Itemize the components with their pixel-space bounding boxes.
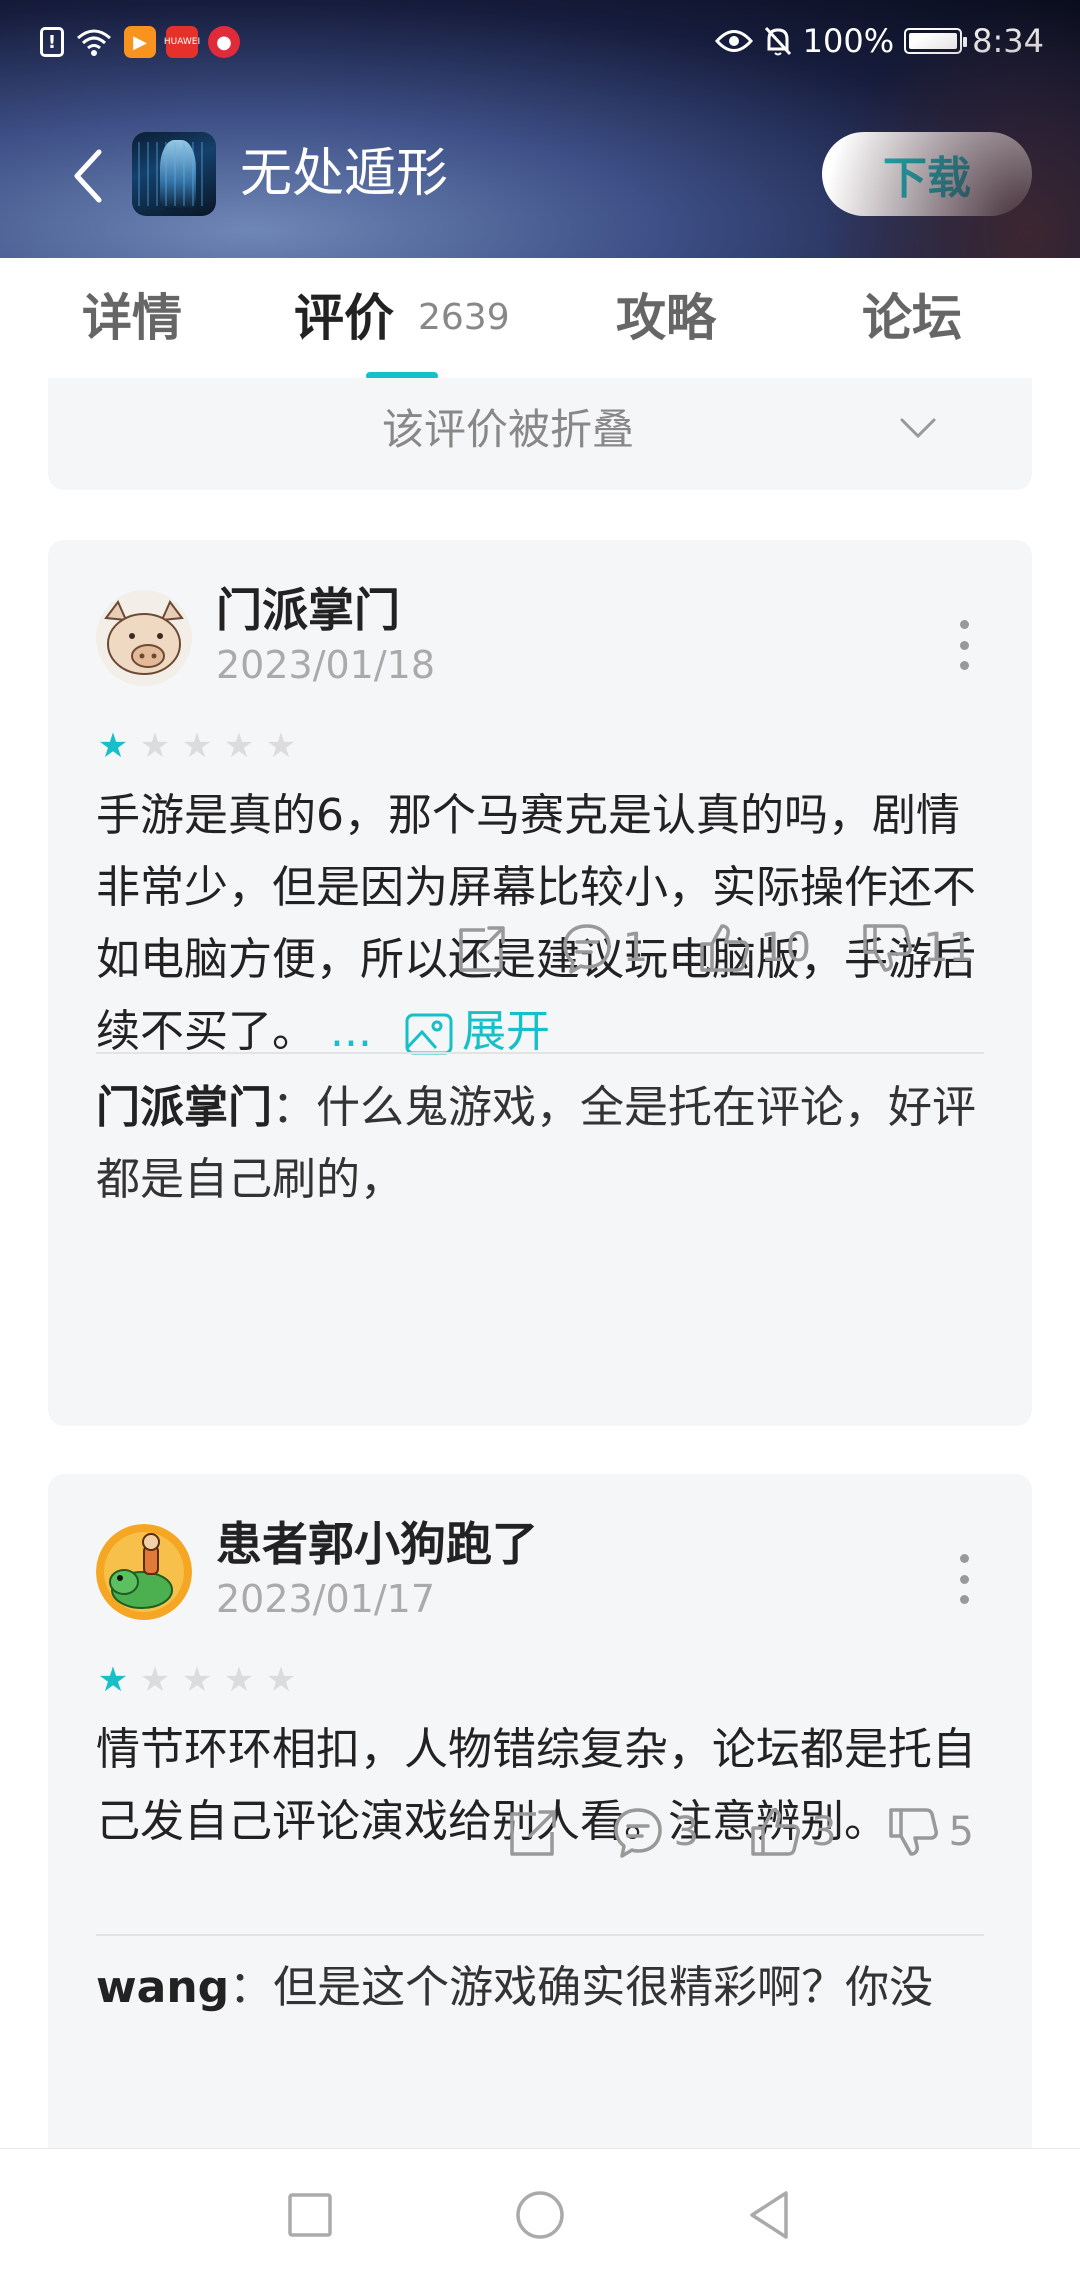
comment-count: 1 bbox=[622, 925, 649, 971]
star-rating: ★ ★ ★ ★ ★ bbox=[96, 728, 298, 764]
thumbs-down-icon bbox=[863, 924, 913, 972]
dinosaur-avatar-icon bbox=[96, 1524, 192, 1620]
dislike-count: 11 bbox=[923, 925, 974, 971]
wifi-icon bbox=[77, 29, 111, 56]
star-empty-icon: ★ bbox=[181, 1660, 213, 1700]
video-app-icon: ▶ bbox=[124, 26, 156, 58]
mute-bell-icon bbox=[764, 26, 791, 56]
back-arrow-icon bbox=[74, 149, 102, 203]
reply-author[interactable]: wang bbox=[96, 1962, 229, 2013]
tab-bar: 详情 评价 2639 攻略 论坛 bbox=[0, 258, 1080, 380]
comment-count: 3 bbox=[673, 1809, 700, 1855]
comment-icon bbox=[613, 1808, 662, 1858]
review-username[interactable]: 患者郭小狗跑了 bbox=[216, 1514, 538, 1574]
tab-forum[interactable]: 论坛 bbox=[862, 286, 962, 350]
tab-guides[interactable]: 攻略 bbox=[616, 286, 716, 350]
status-bar: ! ▶ HUAWEI ● 100% 8:34 bbox=[0, 0, 1080, 92]
title-bar: 无处遁形 下载 bbox=[0, 128, 1080, 220]
divider bbox=[96, 1052, 984, 1054]
back-button[interactable] bbox=[62, 146, 112, 206]
reply-text: 但是这个游戏确实很精彩啊？你没 bbox=[273, 1962, 934, 2013]
avatar[interactable] bbox=[96, 590, 192, 686]
dislike-button[interactable]: 5 bbox=[885, 1804, 974, 1860]
reviews-list[interactable]: 该评价被折叠 门派掌门 2023/01/18 ★ ★ ★ ★ ★ 手游是真的6，… bbox=[0, 378, 1080, 2148]
image-icon bbox=[405, 1013, 453, 1055]
pig-avatar-icon bbox=[96, 590, 192, 686]
tab-reviews[interactable]: 评价 bbox=[294, 286, 394, 350]
reply-item[interactable]: 门派掌门：什么鬼游戏，全是托在评论，好评都是自己刷的， bbox=[96, 1072, 996, 1216]
star-empty-icon: ★ bbox=[139, 726, 171, 766]
app-title: 无处遁形 bbox=[240, 144, 449, 204]
review-date: 2023/01/17 bbox=[216, 1577, 436, 1621]
huawei-app-icon: HUAWEI bbox=[163, 26, 201, 58]
like-button[interactable]: 3 bbox=[747, 1804, 837, 1860]
huawei-label: HUAWEI bbox=[163, 37, 201, 47]
app-header: ! ▶ HUAWEI ● 100% 8:34 无处遁形 下载 bbox=[0, 0, 1080, 258]
tab-details[interactable]: 详情 bbox=[82, 286, 182, 350]
battery-percent: 100% bbox=[802, 22, 895, 60]
divider bbox=[96, 1934, 984, 1936]
dislike-button[interactable]: 11 bbox=[859, 920, 974, 976]
like-count: 10 bbox=[760, 925, 812, 971]
review-card[interactable]: 患者郭小狗跑了 2023/01/17 ★ ★ ★ ★ ★ 情节环环相扣，人物错综… bbox=[48, 1474, 1032, 2148]
chevron-down-icon bbox=[900, 418, 936, 439]
ellipsis: ... bbox=[330, 1006, 372, 1057]
alert-icon: ! bbox=[40, 27, 64, 57]
thumbs-up-icon bbox=[751, 1808, 801, 1856]
recents-square-icon[interactable] bbox=[280, 2185, 340, 2245]
system-nav-bar bbox=[0, 2148, 1080, 2280]
back-triangle-icon[interactable] bbox=[740, 2185, 800, 2245]
star-empty-icon: ★ bbox=[223, 726, 255, 766]
thumbs-down-icon bbox=[888, 1808, 938, 1856]
expand-link[interactable]: ... 展开 bbox=[330, 1006, 550, 1057]
thumbs-up-icon bbox=[700, 924, 750, 972]
reply-separator: ： bbox=[229, 1962, 274, 2013]
review-actions: 1 10 11 bbox=[407, 920, 974, 976]
comment-button[interactable]: 1 bbox=[559, 920, 648, 976]
review-card[interactable]: 门派掌门 2023/01/18 ★ ★ ★ ★ ★ 手游是真的6，那个马赛克是认… bbox=[48, 540, 1032, 1426]
reply-author[interactable]: 门派掌门 bbox=[96, 1082, 272, 1133]
red-app-icon: ● bbox=[208, 26, 240, 58]
more-options-button[interactable] bbox=[956, 620, 972, 670]
like-button[interactable]: 10 bbox=[696, 920, 811, 976]
review-actions: 3 3 5 bbox=[458, 1804, 974, 1860]
download-button[interactable]: 下载 bbox=[822, 132, 1032, 216]
dislike-count: 5 bbox=[948, 1809, 974, 1855]
avatar[interactable] bbox=[96, 1524, 192, 1620]
status-right: 100% 8:34 bbox=[714, 22, 1044, 60]
star-empty-icon: ★ bbox=[181, 726, 213, 766]
battery-icon bbox=[904, 28, 968, 54]
review-date: 2023/01/18 bbox=[216, 643, 436, 687]
more-options-button[interactable] bbox=[956, 1554, 972, 1604]
share-button[interactable] bbox=[506, 1804, 562, 1860]
game-app-icon bbox=[132, 132, 216, 216]
eye-icon bbox=[714, 30, 753, 52]
star-empty-icon: ★ bbox=[139, 1660, 171, 1700]
star-rating: ★ ★ ★ ★ ★ bbox=[96, 1662, 298, 1698]
home-circle-icon[interactable] bbox=[510, 2185, 570, 2245]
star-filled-icon: ★ bbox=[97, 1660, 129, 1700]
comment-button[interactable]: 3 bbox=[610, 1804, 699, 1860]
reply-separator: ： bbox=[272, 1082, 316, 1133]
tab-reviews-count: 2639 bbox=[418, 297, 510, 338]
status-left-icons: ! ▶ HUAWEI ● bbox=[40, 26, 240, 58]
star-empty-icon: ★ bbox=[265, 1660, 297, 1700]
star-filled-icon: ★ bbox=[97, 726, 129, 766]
folded-review-label: 该评价被折叠 bbox=[381, 405, 634, 454]
folded-review[interactable]: 该评价被折叠 bbox=[48, 378, 1032, 490]
reply-item[interactable]: wang：但是这个游戏确实很精彩啊？你没 bbox=[96, 1952, 996, 2024]
share-icon bbox=[458, 926, 505, 972]
star-empty-icon: ★ bbox=[265, 726, 297, 766]
review-username[interactable]: 门派掌门 bbox=[216, 580, 400, 640]
status-time: 8:34 bbox=[972, 22, 1044, 60]
comment-icon bbox=[562, 924, 611, 974]
share-icon bbox=[509, 1810, 556, 1856]
like-count: 3 bbox=[811, 1809, 837, 1855]
expand-label: 展开 bbox=[461, 1006, 550, 1057]
share-button[interactable] bbox=[455, 920, 511, 976]
star-empty-icon: ★ bbox=[223, 1660, 255, 1700]
